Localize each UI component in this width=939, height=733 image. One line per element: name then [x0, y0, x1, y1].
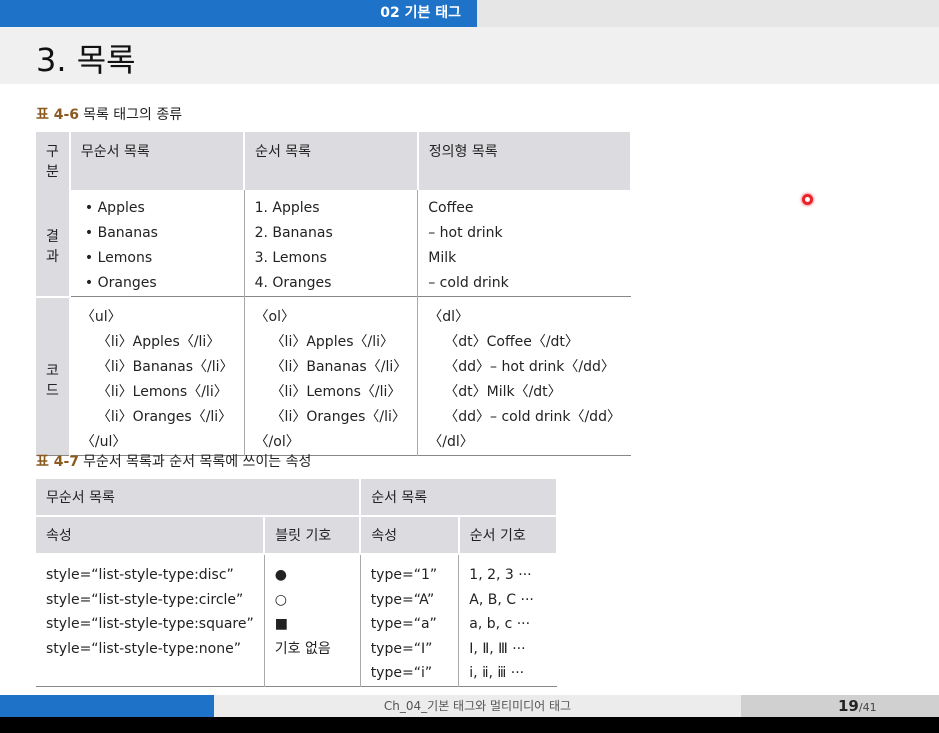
- laser-pointer-icon: [802, 194, 813, 205]
- table2-title: 무순서 목록과 순서 목록에 쓰이는 속성: [83, 454, 312, 470]
- col-header-definition: 정의형 목록: [417, 132, 632, 190]
- top-bar: 02 기본 태그: [0, 0, 939, 27]
- row-header-code: 코드: [36, 295, 71, 456]
- code-line: 〈li〉Lemons〈/li〉: [96, 384, 228, 400]
- top-bar-gray: [477, 0, 939, 27]
- code-line: 〈li〉Apples〈/li〉: [270, 334, 394, 350]
- bullet-cell: ● ○ ■ 기호 없음: [264, 554, 361, 686]
- order-symbol: a, b, c ···: [469, 616, 531, 632]
- code-line: 〈ul〉: [80, 309, 122, 325]
- ordered-attr-cell: type=“1” type=“A” type=“a” type=“I” type…: [360, 554, 460, 686]
- table1-number: 표 4-6: [36, 107, 80, 123]
- code-ordered-cell: 〈ol〉 〈li〉Apples〈/li〉 〈li〉Bananas〈/li〉 〈l…: [244, 296, 419, 456]
- title-bar: 3. 목록: [0, 27, 939, 84]
- list-item: 3. Lemons: [254, 250, 327, 266]
- footer-accent: [0, 695, 214, 717]
- footer-bar: Ch_04_기본 태그와 멀티미디어 태그 19/41: [0, 695, 939, 717]
- list-item: 1. Apples: [254, 200, 320, 216]
- col-header-bullet: 블릿 기호: [264, 516, 362, 555]
- code-line: 〈li〉Apples〈/li〉: [96, 334, 221, 350]
- code-line: 〈li〉Oranges〈/li〉: [96, 409, 233, 425]
- attr-line: style=“list-style-type:disc”: [46, 567, 234, 583]
- row-header-result: 결과: [36, 190, 71, 297]
- table-row: style=“list-style-type:disc” style=“list…: [36, 554, 557, 686]
- table-row-result: 결과 • Apples • Bananas • Lemons • Oranges…: [36, 190, 631, 297]
- no-bullet-label: 기호 없음: [274, 640, 331, 657]
- table1-title: 목록 태그의 종류: [83, 107, 183, 123]
- result-ordered-cell: 1. Apples 2. Bananas 3. Lemons 4. Orange…: [244, 190, 419, 297]
- code-line: 〈li〉Bananas〈/li〉: [96, 359, 234, 375]
- unordered-attr-cell: style=“list-style-type:disc” style=“list…: [36, 554, 265, 686]
- col-header-unordered: 무순서 목록: [69, 132, 246, 190]
- page-title: 3. 목록: [36, 41, 136, 79]
- attr-line: style=“list-style-type:none”: [46, 640, 241, 657]
- code-line: 〈ol〉: [254, 309, 296, 325]
- attr-line: type=“I”: [370, 640, 433, 657]
- list-item: 4. Oranges: [254, 275, 332, 291]
- list-item: Coffee: [428, 200, 474, 216]
- table-header-row: 속성 블릿 기호 속성 순서 기호: [36, 516, 559, 555]
- result-definition-cell: Coffee – hot drink Milk – cold drink: [418, 190, 631, 297]
- col-header-ordered: 순서 목록: [244, 132, 419, 190]
- circle-bullet-icon: ○: [274, 591, 287, 608]
- code-line: 〈dl〉: [428, 309, 470, 325]
- table-header-row: 구분 무순서 목록 순서 목록 정의형 목록: [36, 132, 632, 190]
- list-item: • Apples: [84, 200, 145, 216]
- current-page: 19: [838, 697, 859, 715]
- square-bullet-icon: ■: [274, 616, 288, 632]
- page-number: 19/41: [838, 695, 877, 717]
- code-line: 〈dd〉– hot drink〈/dd〉: [444, 359, 615, 375]
- attr-line: style=“list-style-type:square”: [46, 616, 254, 632]
- disc-bullet-icon: ●: [274, 567, 287, 583]
- attr-line: type=“1”: [370, 567, 438, 583]
- attr-line: type=“a”: [370, 616, 437, 632]
- col-header-category: 구분: [36, 132, 71, 190]
- list-tags-table: 구분 무순서 목록 순서 목록 정의형 목록 결과 • Apples • Ban…: [36, 132, 632, 456]
- list-item: – cold drink: [428, 275, 509, 291]
- bottom-edge: [0, 717, 939, 733]
- col-header-attr: 속성: [36, 516, 266, 555]
- group-header-ordered: 순서 목록: [360, 479, 558, 517]
- table-group-row: 무순서 목록 순서 목록: [36, 479, 558, 517]
- order-symbol: 1, 2, 3 ···: [469, 567, 532, 583]
- list-item: – hot drink: [428, 225, 503, 241]
- order-symbol: A, B, C ···: [469, 591, 534, 608]
- order-symbol-cell: 1, 2, 3 ··· A, B, C ··· a, b, c ··· Ⅰ, Ⅱ…: [459, 554, 557, 686]
- code-line: 〈/dl〉: [428, 434, 474, 450]
- table2-caption: 표 4-7 무순서 목록과 순서 목록에 쓰이는 속성: [36, 451, 311, 471]
- total-pages: /41: [858, 701, 877, 714]
- list-item: 2. Bananas: [254, 225, 333, 241]
- code-definition-cell: 〈dl〉 〈dt〉Coffee〈/dt〉 〈dd〉– hot drink〈/dd…: [417, 296, 631, 456]
- group-header-unordered: 무순서 목록: [36, 479, 362, 517]
- table2-number: 표 4-7: [36, 454, 80, 470]
- list-item: • Oranges: [84, 275, 157, 291]
- table-row-code: 코드 〈ul〉 〈li〉Apples〈/li〉 〈li〉Bananas〈/li〉…: [36, 295, 631, 456]
- list-item: • Bananas: [84, 225, 158, 241]
- result-unordered-cell: • Apples • Bananas • Lemons • Oranges: [69, 190, 245, 297]
- attr-line: style=“list-style-type:circle”: [46, 591, 244, 608]
- code-line: 〈li〉Oranges〈/li〉: [270, 409, 406, 425]
- code-line: 〈li〉Lemons〈/li〉: [270, 384, 402, 400]
- col-header-attr: 속성: [360, 516, 460, 555]
- order-symbol: ⅰ, ⅱ, ⅲ ···: [469, 665, 525, 681]
- col-header-order-symbol: 순서 기호: [458, 516, 559, 555]
- footer-doc-title: Ch_04_기본 태그와 멀티미디어 태그: [383, 699, 572, 713]
- chapter-label: 02 기본 태그: [380, 5, 461, 21]
- code-line: 〈li〉Bananas〈/li〉: [270, 359, 408, 375]
- list-item: • Lemons: [84, 250, 153, 266]
- code-unordered-cell: 〈ul〉 〈li〉Apples〈/li〉 〈li〉Bananas〈/li〉 〈l…: [69, 296, 245, 456]
- table1-caption: 표 4-6 목록 태그의 종류: [36, 104, 182, 124]
- order-symbol: Ⅰ, Ⅱ, Ⅲ ···: [469, 640, 526, 657]
- code-line: 〈dt〉Milk〈/dt〉: [444, 384, 562, 400]
- list-item: Milk: [428, 250, 457, 266]
- code-line: 〈dd〉– cold drink〈/dd〉: [444, 409, 621, 425]
- code-line: 〈dt〉Coffee〈/dt〉: [444, 334, 579, 350]
- attr-line: type=“A”: [370, 591, 435, 608]
- attr-line: type=“i”: [370, 665, 433, 681]
- list-attributes-table: 무순서 목록 순서 목록 속성 블릿 기호 속성 순서 기호 style=“li…: [36, 479, 559, 687]
